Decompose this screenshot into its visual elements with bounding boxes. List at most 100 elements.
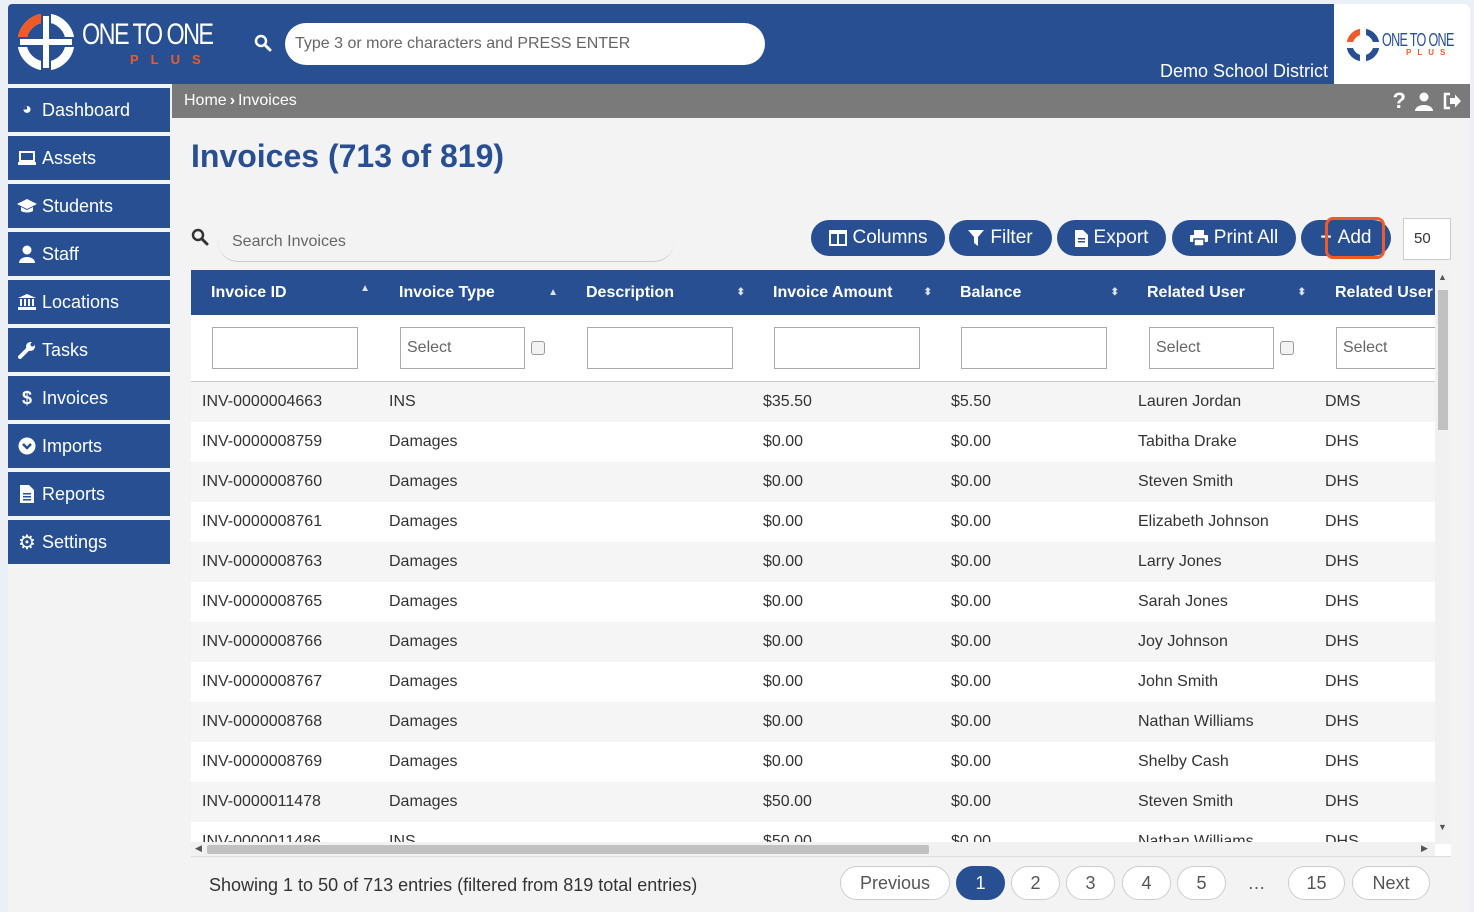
table-row[interactable]: INV-0000008767 Damages $0.00 $0.00 John Smit…: [191, 662, 1435, 702]
horizontal-scroll-thumb[interactable]: [207, 845, 929, 854]
breadcrumb-home[interactable]: Home: [184, 92, 227, 109]
wrench-icon: [14, 341, 40, 359]
user-profile-icon[interactable]: [1414, 91, 1434, 111]
filter-invoice-id-input[interactable]: [212, 327, 358, 369]
sidebar-item-tasks[interactable]: Tasks: [8, 328, 170, 372]
filter-invoice-type-select[interactable]: Select: [400, 327, 525, 369]
table-row[interactable]: INV-0000008769 Damages $0.00 $0.00 Shelby Ca…: [191, 742, 1435, 782]
sidebar-item-imports[interactable]: Imports: [8, 424, 170, 468]
columns-button[interactable]: Columns: [811, 220, 945, 256]
filter-related-user-checkbox[interactable]: [1280, 341, 1294, 355]
cell-balance: $0.00: [951, 673, 992, 690]
export-label: Export: [1093, 227, 1149, 248]
table-row[interactable]: INV-0000008759 Damages $0.00 $0.00 Tabitha D…: [191, 422, 1435, 462]
column-header-invoice-type[interactable]: Invoice Type ▲: [399, 270, 566, 315]
page-title: Invoices (713 of 819): [191, 138, 505, 174]
help-icon[interactable]: ?: [1393, 89, 1406, 113]
scroll-down-icon[interactable]: ▼: [1438, 822, 1447, 832]
table-row[interactable]: INV-0000008766 Damages $0.00 $0.00 Joy Johns…: [191, 622, 1435, 662]
table-row[interactable]: INV-0000008768 Damages $0.00 $0.00 Nathan Wi…: [191, 702, 1435, 742]
sort-icon: ⬍: [1297, 287, 1306, 298]
horizontal-scrollbar[interactable]: ◀ ▶: [191, 842, 1435, 856]
sidebar-item-staff[interactable]: Staff: [8, 232, 170, 276]
sidebar-item-assets[interactable]: Assets: [8, 136, 170, 180]
column-header-balance[interactable]: Balance ⬍: [960, 270, 1127, 315]
table-row[interactable]: INV-0000008765 Damages $0.00 $0.00 Sarah Jon…: [191, 582, 1435, 622]
page-size-select[interactable]: 50: [1403, 218, 1451, 260]
scroll-right-icon[interactable]: ▶: [1421, 843, 1428, 854]
vertical-scroll-thumb[interactable]: [1438, 290, 1448, 430]
filter-related-user-2-select[interactable]: Select: [1336, 327, 1446, 369]
logout-icon[interactable]: [1442, 91, 1462, 111]
sidebar-item-locations[interactable]: Locations: [8, 280, 170, 324]
table-row[interactable]: INV-0000004663 INS $35.50 $5.50 Lauren Jorda…: [191, 382, 1435, 422]
cell-related-user-2: DHS: [1325, 433, 1359, 450]
cell-invoice-type: Damages: [389, 593, 458, 610]
page-button-2[interactable]: 2: [1011, 866, 1060, 900]
search-icon[interactable]: [254, 34, 272, 52]
sidebar-nav: ◕ Dashboard Assets Students Staff Locatio…: [8, 88, 170, 568]
cell-related-user-2: DHS: [1325, 673, 1359, 690]
previous-page-button[interactable]: Previous: [840, 866, 950, 900]
vertical-scrollbar[interactable]: ▲ ▼: [1435, 270, 1451, 844]
table-row[interactable]: INV-0000008761 Damages $0.00 $0.00 Elizabeth…: [191, 502, 1435, 542]
filter-invoice-type-checkbox[interactable]: [531, 341, 545, 355]
user-icon: [14, 245, 40, 263]
column-header-label: Related User: [1147, 284, 1245, 301]
column-header-label: Related User: [1335, 284, 1433, 301]
filter-balance-input[interactable]: [961, 327, 1107, 369]
cell-related-user: John Smith: [1138, 673, 1219, 690]
filter-description-input[interactable]: [587, 327, 733, 369]
cell-invoice-id: INV-0000008766: [202, 633, 323, 650]
column-header-invoice-id[interactable]: Invoice ID ▲: [211, 270, 378, 315]
filter-button[interactable]: Filter: [949, 220, 1052, 256]
cell-invoice-type: Damages: [389, 673, 458, 690]
column-header-label: Invoice Type: [399, 284, 495, 301]
sort-icon: ▲: [548, 287, 558, 298]
filter-related-user-select[interactable]: Select: [1149, 327, 1274, 369]
export-button[interactable]: Export: [1057, 220, 1166, 256]
laptop-icon: [14, 150, 40, 166]
cell-invoice-type: Damages: [389, 793, 458, 810]
scroll-left-icon[interactable]: ◀: [195, 843, 202, 854]
column-header-description[interactable]: Description ⬍: [586, 270, 753, 315]
sidebar-item-label: Dashboard: [42, 99, 131, 120]
cell-balance: $0.00: [951, 513, 992, 530]
table-row[interactable]: INV-0000008760 Damages $0.00 $0.00 Steven Sm…: [191, 462, 1435, 502]
breadcrumb: Home › Invoices: [184, 92, 297, 110]
sidebar-item-reports[interactable]: Reports: [8, 472, 170, 516]
column-header-related-user[interactable]: Related User ⬍: [1147, 270, 1314, 315]
table-row[interactable]: INV-0000011478 Damages $50.00 $0.00 Steven S…: [191, 782, 1435, 822]
page-button-5[interactable]: 5: [1177, 866, 1226, 900]
page-button-3[interactable]: 3: [1066, 866, 1115, 900]
cell-invoice-type: Damages: [389, 713, 458, 730]
cell-invoice-id: INV-0000008765: [202, 593, 323, 610]
sidebar-item-dashboard[interactable]: ◕ Dashboard: [8, 88, 170, 132]
gear-icon: ⚙: [18, 531, 36, 554]
cell-related-user: Steven Smith: [1138, 473, 1234, 490]
sidebar-item-invoices[interactable]: $ Invoices: [8, 376, 170, 420]
page-button-last[interactable]: 15: [1288, 866, 1345, 900]
next-page-button[interactable]: Next: [1352, 866, 1430, 900]
cell-balance: $0.00: [951, 433, 992, 450]
column-header-invoice-amount[interactable]: Invoice Amount ⬍: [773, 270, 940, 315]
global-search-input[interactable]: [285, 23, 765, 65]
breadcrumb-bar: Home › Invoices ?: [172, 84, 1470, 118]
brand-logo[interactable]: ONE TO ONE PLUS: [18, 12, 218, 76]
scroll-up-icon[interactable]: ▲: [1438, 272, 1447, 282]
sidebar-item-label: Reports: [42, 483, 106, 504]
cell-related-user: Joy Johnson: [1138, 633, 1228, 650]
sidebar-item-settings[interactable]: ⚙ Settings: [8, 520, 170, 564]
sidebar-item-students[interactable]: Students: [8, 184, 170, 228]
cell-invoice-amount: $0.00: [763, 593, 804, 610]
invoice-search-input[interactable]: [218, 222, 674, 262]
cell-invoice-type: Damages: [389, 473, 458, 490]
page-button-4[interactable]: 4: [1122, 866, 1171, 900]
cell-invoice-id: INV-0000011478: [202, 793, 321, 810]
table-row[interactable]: INV-0000008763 Damages $0.00 $0.00 Larry Jon…: [191, 542, 1435, 582]
print-all-button[interactable]: Print All: [1172, 220, 1296, 256]
column-header-related-user-2[interactable]: Related User: [1335, 270, 1451, 315]
filter-invoice-amount-input[interactable]: [774, 327, 920, 369]
page-button-1[interactable]: 1: [956, 866, 1005, 900]
top-header: ONE TO ONE PLUS Demo School District ONE…: [8, 4, 1470, 84]
